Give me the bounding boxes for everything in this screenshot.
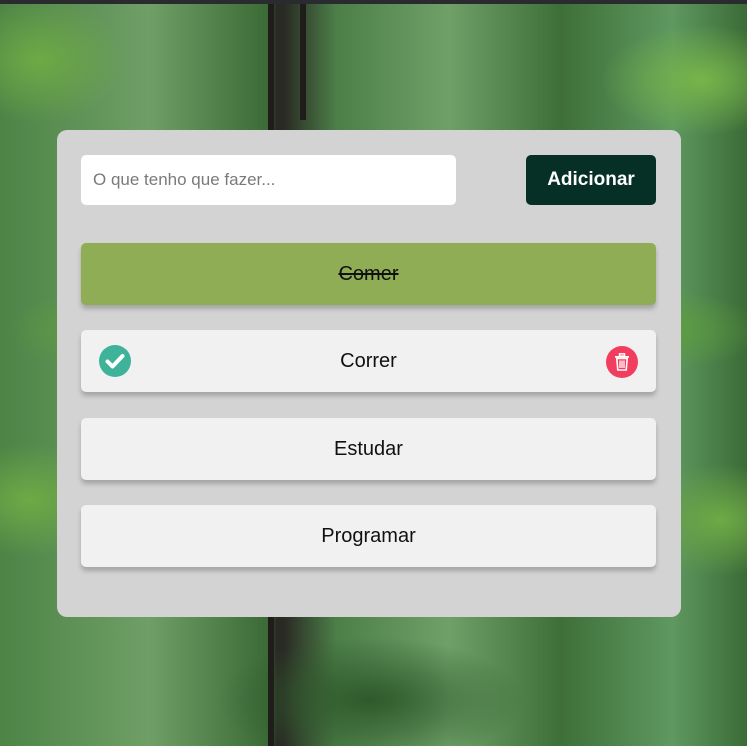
task-label: Programar (321, 524, 416, 547)
todo-card: Adicionar Comer Correr Estudar Programa (57, 130, 681, 617)
task-label: Correr (340, 349, 397, 372)
vine-decoration (300, 0, 306, 120)
check-circle-icon[interactable] (99, 345, 131, 377)
task-item-correr[interactable]: Correr (81, 330, 656, 392)
new-task-input[interactable] (81, 155, 456, 205)
task-item-estudar[interactable]: Estudar (81, 418, 656, 480)
task-item-programar[interactable]: Programar (81, 505, 656, 567)
browser-top-strip (0, 0, 747, 4)
task-item-comer[interactable]: Comer (81, 243, 656, 305)
trash-icon[interactable] (606, 346, 638, 378)
task-label: Comer (338, 262, 399, 285)
task-label: Estudar (334, 437, 403, 460)
add-task-button[interactable]: Adicionar (526, 155, 656, 205)
